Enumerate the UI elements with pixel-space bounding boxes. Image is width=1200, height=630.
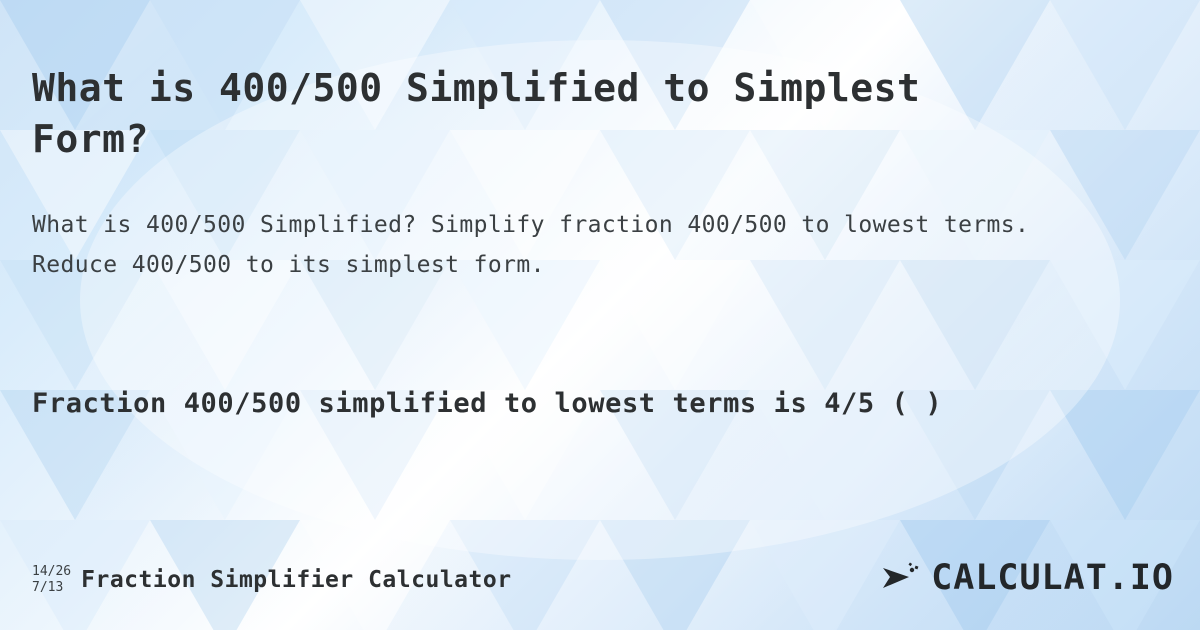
calculator-bird-icon	[883, 562, 919, 588]
content-area: What is 400/500 Simplified to Simplest F…	[0, 0, 1200, 630]
brand-text: CALCULAT.IO	[931, 558, 1174, 598]
footer-left: 14/26 7/13 Fraction Simplifier Calculato…	[32, 560, 512, 600]
fraction-badge: 14/26 7/13	[32, 564, 71, 597]
footer-label: Fraction Simplifier Calculator	[81, 567, 512, 593]
fraction-badge-top: 14/26	[32, 563, 72, 579]
page-subtitle: What is 400/500 Simplified? Simplify fra…	[32, 212, 1030, 278]
brand-logo: CALCULAT.IO	[879, 558, 1174, 598]
page-root: What is 400/500 Simplified to Simplest F…	[0, 0, 1200, 630]
answer-text: Fraction 400/500 simplified to lowest te…	[32, 388, 943, 419]
fraction-badge-bottom: 7/13	[32, 580, 64, 595]
page-title: What is 400/500 Simplified to Simplest F…	[32, 66, 921, 161]
